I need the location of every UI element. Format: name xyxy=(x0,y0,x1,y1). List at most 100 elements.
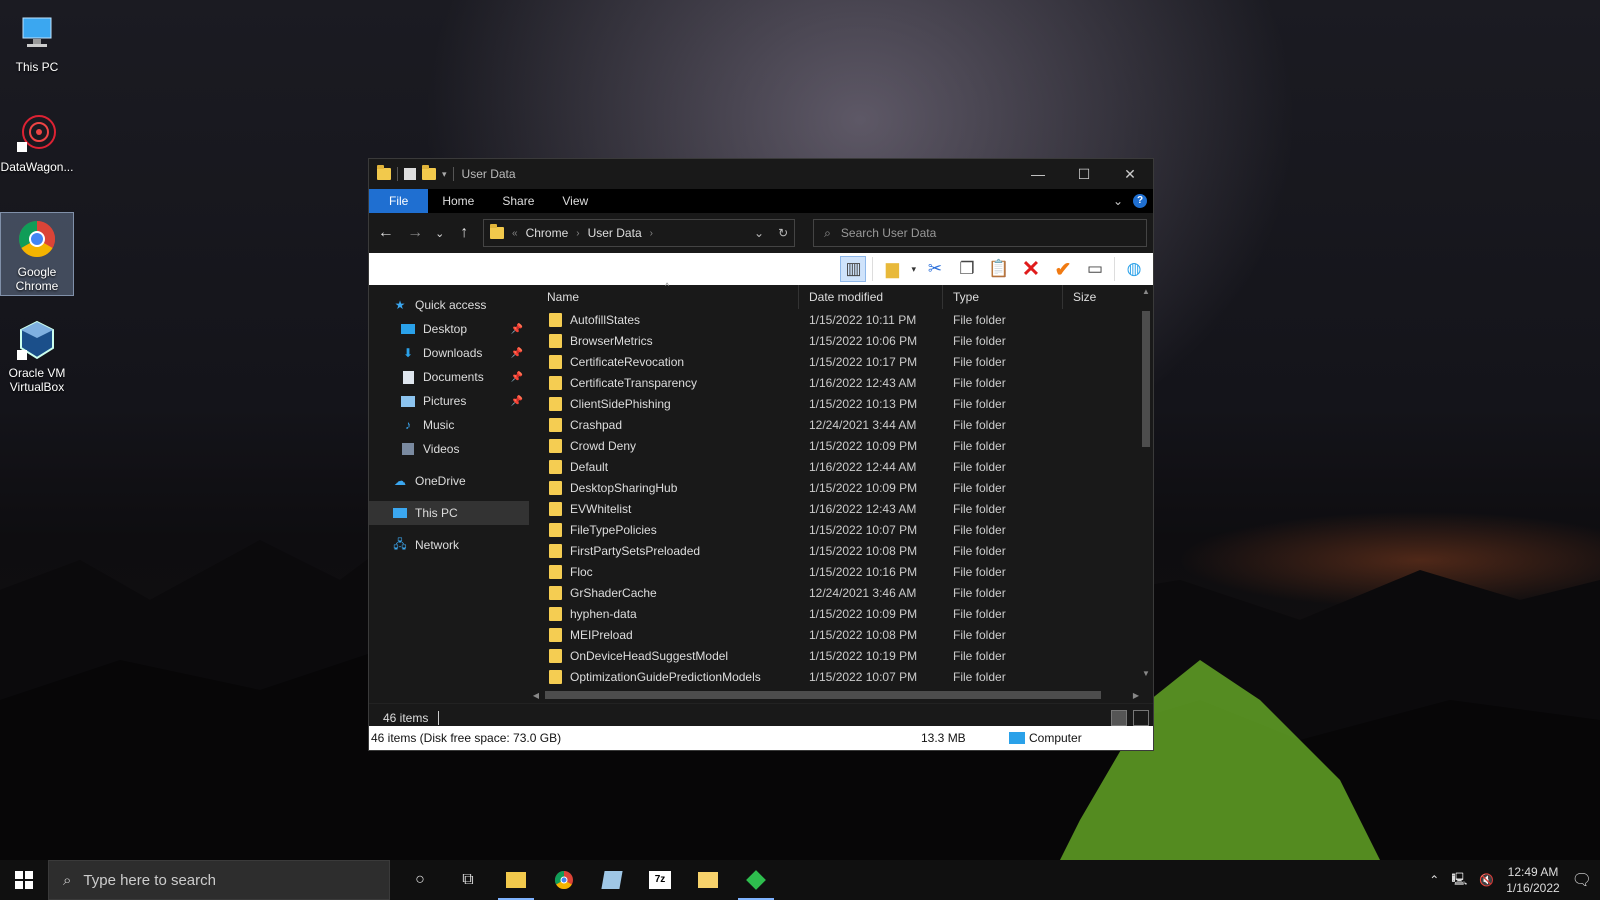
volume-muted-icon[interactable]: 🔇 xyxy=(1479,873,1494,887)
forward-button[interactable]: → xyxy=(404,224,425,242)
scroll-up-icon[interactable]: ▲ xyxy=(1139,285,1153,299)
cut-icon[interactable]: ✂ xyxy=(922,256,948,282)
horizontal-scrollbar[interactable]: ◀ ▶ xyxy=(529,687,1143,703)
expand-ribbon-icon[interactable]: ⌄ xyxy=(1113,194,1123,208)
taskbar-app-icon[interactable] xyxy=(588,860,636,900)
file-row[interactable]: CertificateRevocation 1/15/2022 10:17 PM F… xyxy=(529,351,1153,372)
tab-file[interactable]: File xyxy=(369,189,429,213)
scroll-thumb[interactable] xyxy=(545,691,1101,699)
file-row[interactable]: MEIPreload 1/15/2022 10:08 PM File folder xyxy=(529,624,1153,645)
taskbar-file-explorer-icon[interactable] xyxy=(492,860,540,900)
breadcrumb-user-data[interactable]: User Data xyxy=(588,226,642,240)
file-row[interactable]: BrowserMetrics 1/15/2022 10:06 PM File fol… xyxy=(529,330,1153,351)
file-row[interactable]: FileTypePolicies 1/15/2022 10:07 PM File f… xyxy=(529,519,1153,540)
desktop-icon-google-chrome[interactable]: Google Chrome xyxy=(0,212,74,296)
taskbar-green-app-icon[interactable] xyxy=(732,860,780,900)
desktop-icon-datawagon[interactable]: DataWagon... xyxy=(0,108,74,174)
search-input[interactable]: Search User Data xyxy=(841,226,936,240)
clock[interactable]: 12:49 AM 1/16/2022 xyxy=(1506,864,1559,896)
file-row[interactable]: Crowd Deny 1/15/2022 10:09 PM File folder xyxy=(529,435,1153,456)
new-folder-icon[interactable] xyxy=(422,165,436,180)
file-row[interactable]: Crashpad 12/24/2021 3:44 AM File folder xyxy=(529,414,1153,435)
taskbar-folder-app-icon[interactable] xyxy=(684,860,732,900)
taskbar-search-input[interactable]: Type here to search xyxy=(83,872,216,889)
file-row[interactable]: Floc 1/15/2022 10:16 PM File folder xyxy=(529,561,1153,582)
scroll-right-icon[interactable]: ▶ xyxy=(1129,691,1143,700)
column-size[interactable]: Size xyxy=(1063,285,1123,309)
network-icon[interactable]: 🖳 xyxy=(1451,870,1467,891)
pin-icon[interactable]: 📌 xyxy=(511,372,523,383)
paste-icon[interactable]: 📋 xyxy=(986,256,1012,282)
file-row[interactable]: OnDeviceHeadSuggestModel 1/15/2022 10:19 … xyxy=(529,645,1153,666)
globe-icon[interactable]: ◍ xyxy=(1121,256,1147,282)
pin-icon[interactable]: 📌 xyxy=(511,396,523,407)
nav-music[interactable]: ♪ Music xyxy=(369,413,529,437)
address-dropdown-icon[interactable]: ⌄ xyxy=(754,226,764,240)
pin-icon[interactable]: 📌 xyxy=(511,348,523,359)
details-view-icon[interactable] xyxy=(1111,709,1127,726)
recent-locations-icon[interactable]: ⌄ xyxy=(434,227,446,240)
notifications-icon[interactable]: 🗨 xyxy=(1572,870,1592,890)
search-box[interactable]: ⌕ Search User Data xyxy=(813,219,1147,247)
column-date-modified[interactable]: Date modified xyxy=(799,285,943,309)
desktop-icon-this-pc[interactable]: This PC xyxy=(0,8,74,74)
file-row[interactable]: Default 1/16/2022 12:44 AM File folder xyxy=(529,456,1153,477)
breadcrumb-chrome[interactable]: Chrome xyxy=(526,226,569,240)
start-button[interactable] xyxy=(0,860,48,900)
taskbar-chrome-icon[interactable] xyxy=(540,860,588,900)
nav-downloads[interactable]: ⬇ Downloads 📌 xyxy=(369,341,529,365)
back-button[interactable]: ← xyxy=(375,224,396,242)
up-button[interactable]: ↑ xyxy=(454,224,475,242)
file-row[interactable]: AutofillStates 1/15/2022 10:11 PM File fol… xyxy=(529,309,1153,330)
taskbar-search[interactable]: ⌕ Type here to search xyxy=(48,860,390,900)
file-row[interactable]: OptimizationGuidePredictionModels 1/15/20… xyxy=(529,666,1153,685)
file-row[interactable]: DesktopSharingHub 1/15/2022 10:09 PM File … xyxy=(529,477,1153,498)
tab-view[interactable]: View xyxy=(548,189,602,213)
properties-icon[interactable] xyxy=(404,168,416,180)
new-folder-icon[interactable]: ▆ xyxy=(879,256,905,282)
scroll-down-icon[interactable]: ▼ xyxy=(1139,667,1153,681)
file-row[interactable]: CertificateTransparency 1/16/2022 12:43 A… xyxy=(529,372,1153,393)
show-hidden-icons-icon[interactable]: ⌃ xyxy=(1429,873,1439,887)
nav-this-pc[interactable]: This PC xyxy=(369,501,529,525)
pin-icon[interactable]: 📌 xyxy=(511,324,523,335)
nav-network[interactable]: 🖧 Network xyxy=(369,533,529,557)
help-icon[interactable]: ? xyxy=(1133,194,1147,208)
navigation-pane-icon[interactable]: ▥ xyxy=(840,256,867,282)
nav-desktop[interactable]: Desktop 📌 xyxy=(369,317,529,341)
new-dropdown-icon[interactable]: ▾ xyxy=(911,264,916,275)
column-name[interactable]: Name xyxy=(529,285,799,309)
file-row[interactable]: ClientSidePhishing 1/15/2022 10:13 PM File… xyxy=(529,393,1153,414)
tab-share[interactable]: Share xyxy=(488,189,548,213)
rename-check-icon[interactable]: ✔ xyxy=(1050,256,1076,282)
desktop-icon-virtualbox[interactable]: Oracle VM VirtualBox xyxy=(0,314,74,394)
properties-icon[interactable]: ▭ xyxy=(1082,256,1108,282)
nav-documents[interactable]: Documents 📌 xyxy=(369,365,529,389)
task-view-icon[interactable]: ⧉ xyxy=(444,860,492,900)
address-bar[interactable]: « Chrome › User Data › ⌄ ↻ xyxy=(483,219,796,247)
cortana-icon[interactable]: ○ xyxy=(396,860,444,900)
delete-icon[interactable]: ✕ xyxy=(1018,256,1044,282)
taskbar-7zip-icon[interactable]: 7z xyxy=(636,860,684,900)
vertical-scrollbar[interactable]: ▲ ▼ xyxy=(1139,285,1153,681)
customize-dropdown-icon[interactable]: ▾ xyxy=(442,169,447,180)
large-icons-view-icon[interactable] xyxy=(1133,709,1149,726)
folder-icon xyxy=(549,648,562,663)
file-row[interactable]: EVWhitelist 1/16/2022 12:43 AM File folder xyxy=(529,498,1153,519)
close-button[interactable]: ✕ xyxy=(1107,159,1153,189)
copy-icon[interactable]: ❐ xyxy=(954,256,980,282)
maximize-button[interactable]: ☐ xyxy=(1061,159,1107,189)
tab-home[interactable]: Home xyxy=(428,189,488,213)
file-row[interactable]: GrShaderCache 12/24/2021 3:46 AM File fold… xyxy=(529,582,1153,603)
file-row[interactable]: FirstPartySetsPreloaded 1/15/2022 10:08 P… xyxy=(529,540,1153,561)
column-type[interactable]: Type xyxy=(943,285,1063,309)
nav-onedrive[interactable]: ☁ OneDrive xyxy=(369,469,529,493)
nav-pictures[interactable]: Pictures 📌 xyxy=(369,389,529,413)
scroll-thumb[interactable] xyxy=(1142,311,1150,447)
nav-videos[interactable]: Videos xyxy=(369,437,529,461)
file-row[interactable]: hyphen-data 1/15/2022 10:09 PM File folder xyxy=(529,603,1153,624)
nav-quick-access[interactable]: ★ Quick access xyxy=(369,293,529,317)
minimize-button[interactable]: — xyxy=(1015,159,1061,189)
scroll-left-icon[interactable]: ◀ xyxy=(529,691,543,700)
refresh-icon[interactable]: ↻ xyxy=(778,226,788,240)
